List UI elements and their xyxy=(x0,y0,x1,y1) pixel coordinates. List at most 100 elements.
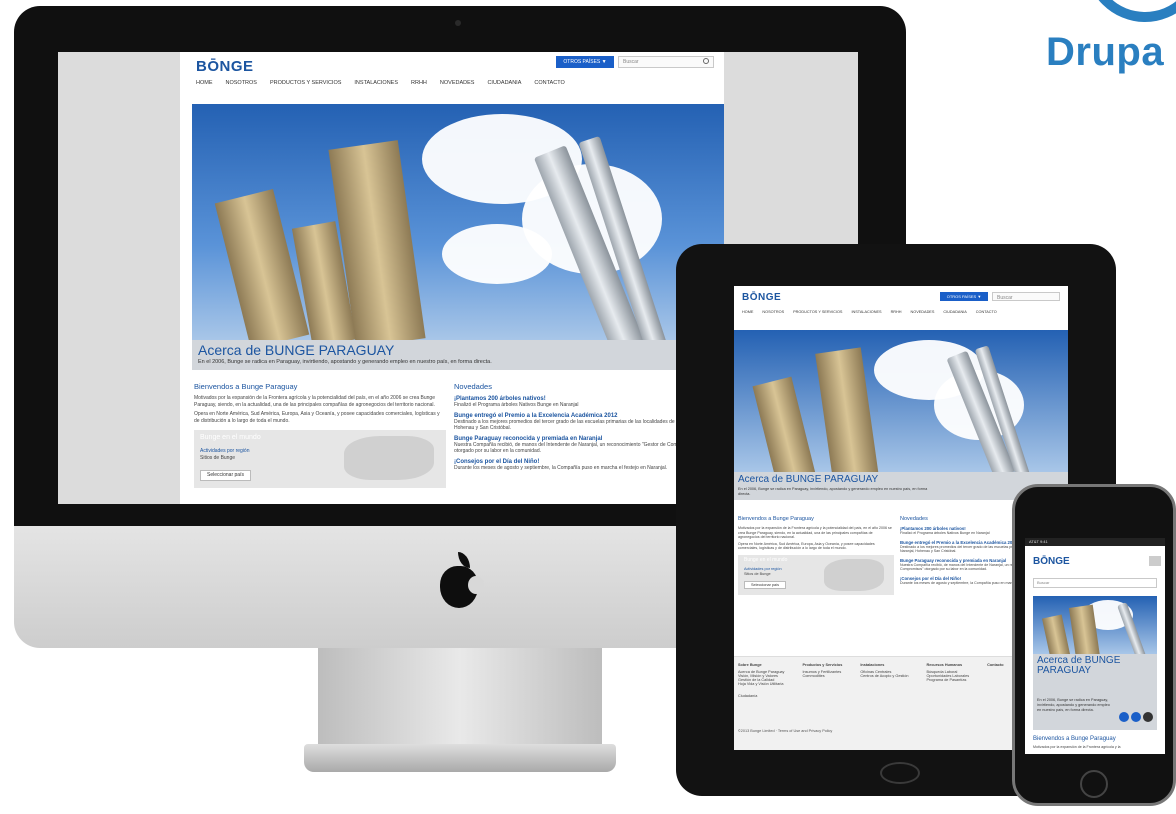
news-item-desc: Durante los meses de agosto y septiembre… xyxy=(454,465,668,471)
search-input[interactable]: Buscar xyxy=(992,292,1060,301)
news-item-desc: Destinado a los mejores promedios del te… xyxy=(454,419,697,431)
search-input[interactable]: Buscar xyxy=(1033,578,1157,588)
nav-item-home[interactable]: HOME xyxy=(742,310,753,314)
search-input[interactable]: Buscar xyxy=(618,56,714,68)
main-nav: HOME NOSOTROS PRODUCTOS Y SERVICIOS INST… xyxy=(742,310,997,314)
welcome-paragraph: Opera en Norte América, Sud América, Eur… xyxy=(738,541,875,551)
footer-col-title: Productos y Servicios xyxy=(802,663,843,667)
nav-item-ciudadania[interactable]: CIUDADANIA xyxy=(943,310,966,314)
welcome-title: Bienvendos a Bunge Paraguay xyxy=(1033,736,1116,742)
footer-column: Instalaciones Oficinas Centrales Centros… xyxy=(860,663,908,698)
nav-item-novedades[interactable]: NOVEDADES xyxy=(440,80,475,86)
search-placeholder: Buscar xyxy=(623,59,639,65)
hero-title: Acerca de BUNGE PARAGUAY xyxy=(738,474,879,485)
slider-dot-icon[interactable] xyxy=(1131,712,1141,722)
hero-text: En el 2006, Bunge se radica en Paraguay,… xyxy=(1037,698,1110,712)
imac-base xyxy=(304,744,616,772)
map-title: Bunge en el mundo xyxy=(200,434,261,441)
footer-link[interactable]: Hoja Vida y Visión Utilitaria xyxy=(738,682,784,686)
otros-paises-button[interactable]: OTROS PAÍSES ▼ xyxy=(940,292,988,301)
menu-icon[interactable] xyxy=(1149,556,1161,566)
world-map-box: Bunge en el mundo Actividades por región… xyxy=(194,430,446,488)
footer-column: Sobre Bunge Acerca de Bunge Paraguay Vis… xyxy=(738,663,784,698)
footer-column: Productos y Servicios Insumos y Fertiliz… xyxy=(802,663,842,698)
nav-item-productos[interactable]: PRODUCTOS Y SERVICIOS xyxy=(270,80,341,86)
slider-dot-icon[interactable] xyxy=(1119,712,1129,722)
hero-caption: Acerca de BUNGE PARAGUAY En el 2006, Bun… xyxy=(192,340,724,370)
status-bar: AT&T 9:41 xyxy=(1025,538,1165,546)
footer-col-title: Recursos Humanos xyxy=(926,663,963,667)
drupal-wordmark: Drupa xyxy=(1046,30,1165,74)
bunge-logo[interactable]: BŌNGE xyxy=(1033,556,1070,567)
responsive-devices-mockup: Drupa BŌNGE OTROS PAÍSES ▼ Buscar HOME N… xyxy=(0,0,1176,814)
nav-item-novedades[interactable]: NOVEDADES xyxy=(911,310,935,314)
footer-link[interactable]: Programa de Pasantías xyxy=(926,678,969,682)
cloud-shape xyxy=(442,224,552,284)
footer-column: Contacto xyxy=(987,663,1003,698)
hero-text: En el 2006, Bunge se radica en Paraguay,… xyxy=(738,487,928,496)
industrial-tower xyxy=(1042,614,1072,654)
otros-paises-button[interactable]: OTROS PAÍSES ▼ xyxy=(556,56,614,68)
welcome-paragraph: Motivados por la expansión de la Fronter… xyxy=(194,395,435,408)
footer-link[interactable]: Commodities xyxy=(802,674,842,678)
world-map-icon xyxy=(824,558,884,591)
map-link[interactable]: Actividades por región xyxy=(744,567,782,571)
website-mobile: AT&T 9:41 BŌNGE Buscar Acerca de BUNGE P… xyxy=(1025,538,1165,754)
select-country-button[interactable]: Seleccionar país xyxy=(200,470,251,481)
search-icon[interactable] xyxy=(703,58,709,64)
drupal-drop-icon xyxy=(1085,0,1176,22)
welcome-section: Bienvendos a Bunge Paraguay Motivados po… xyxy=(194,382,446,488)
industrial-tower xyxy=(214,188,310,340)
industrial-tower xyxy=(752,376,816,472)
welcome-title: Bienvendos a Bunge Paraguay xyxy=(194,382,298,391)
site-header: BŌNGE OTROS PAÍSES ▼ Buscar HOME NOSOTRO… xyxy=(180,52,724,96)
welcome-paragraph: Motivados por la expansión de la Fronter… xyxy=(738,526,892,540)
nav-item-rrhh[interactable]: RRHH xyxy=(411,80,427,86)
nav-item-instalaciones[interactable]: INSTALACIONES xyxy=(851,310,881,314)
nav-item-nosotros[interactable]: NOSOTROS xyxy=(762,310,784,314)
map-link[interactable]: Sitios de Bunge xyxy=(200,455,235,461)
footer-columns: Sobre Bunge Acerca de Bunge Paraguay Vis… xyxy=(738,663,1004,698)
hero-image xyxy=(192,104,724,340)
nav-item-rrhh[interactable]: RRHH xyxy=(891,310,902,314)
bunge-logo[interactable]: BŌNGE xyxy=(742,292,781,303)
slider-dot-icon[interactable] xyxy=(1143,712,1153,722)
main-nav: HOME NOSOTROS PRODUCTOS Y SERVICIOS INST… xyxy=(196,80,565,86)
welcome-paragraph: Motivados por la expansión de la Fronter… xyxy=(1033,745,1121,749)
footer-column: Recursos Humanos Búsqueda Laboral Oportu… xyxy=(926,663,969,698)
footer-col-title: Contacto xyxy=(987,663,1004,667)
news-item-desc: Finalizó el Programa árboles Nativos Bun… xyxy=(454,402,579,408)
nav-item-home[interactable]: HOME xyxy=(196,80,213,86)
footer-legal[interactable]: ©2013 Bunge Limited · Terms of Use and P… xyxy=(738,729,832,733)
map-link[interactable]: Actividades por región xyxy=(200,448,249,454)
world-map-box: Bunge en el mundo Actividades por región… xyxy=(738,554,894,595)
footer-col-title: Instalaciones xyxy=(860,663,885,667)
hero-text: En el 2006, Bunge se radica en Paraguay,… xyxy=(198,359,492,365)
ipad-home-button xyxy=(880,762,920,784)
news-title: Novedades xyxy=(454,382,492,391)
footer-link[interactable]: Ciudadanía xyxy=(738,694,784,698)
iphone-home-button xyxy=(1080,770,1108,798)
hero-image xyxy=(1033,596,1157,654)
search-placeholder: Buscar xyxy=(997,295,1013,301)
imac-stand xyxy=(318,648,602,748)
welcome-section: Bienvendos a Bunge Paraguay Motivados po… xyxy=(738,516,894,595)
select-country-button[interactable]: Seleccionar país xyxy=(744,580,787,589)
industrial-tower xyxy=(815,347,879,472)
welcome-paragraph: Opera en Norte América, Sud América, Eur… xyxy=(194,411,440,424)
nav-item-contacto[interactable]: CONTACTO xyxy=(976,310,997,314)
hero-title: Acerca de BUNGE PARAGUAY xyxy=(198,342,395,358)
footer-col-title: Sobre Bunge xyxy=(738,663,762,667)
nav-item-contacto[interactable]: CONTACTO xyxy=(534,80,564,86)
nav-item-ciudadania[interactable]: CIUDADANIA xyxy=(487,80,521,86)
nav-item-instalaciones[interactable]: INSTALACIONES xyxy=(354,80,398,86)
map-link[interactable]: Sitios de Bunge xyxy=(744,572,771,576)
news-item-desc: Nuestra Compañía recibió, de manos del I… xyxy=(454,442,700,454)
hero-image xyxy=(734,330,1068,472)
nav-item-nosotros[interactable]: NOSOTROS xyxy=(226,80,257,86)
bunge-logo[interactable]: BŌNGE xyxy=(196,58,254,75)
footer-link[interactable]: Centros de Acopio y Gestión xyxy=(860,674,908,678)
nav-item-productos[interactable]: PRODUCTOS Y SERVICIOS xyxy=(793,310,842,314)
website-desktop: BŌNGE OTROS PAÍSES ▼ Buscar HOME NOSOTRO… xyxy=(180,52,724,504)
news-section: Novedades ¡Plantamos 200 árboles nativos… xyxy=(454,382,714,471)
